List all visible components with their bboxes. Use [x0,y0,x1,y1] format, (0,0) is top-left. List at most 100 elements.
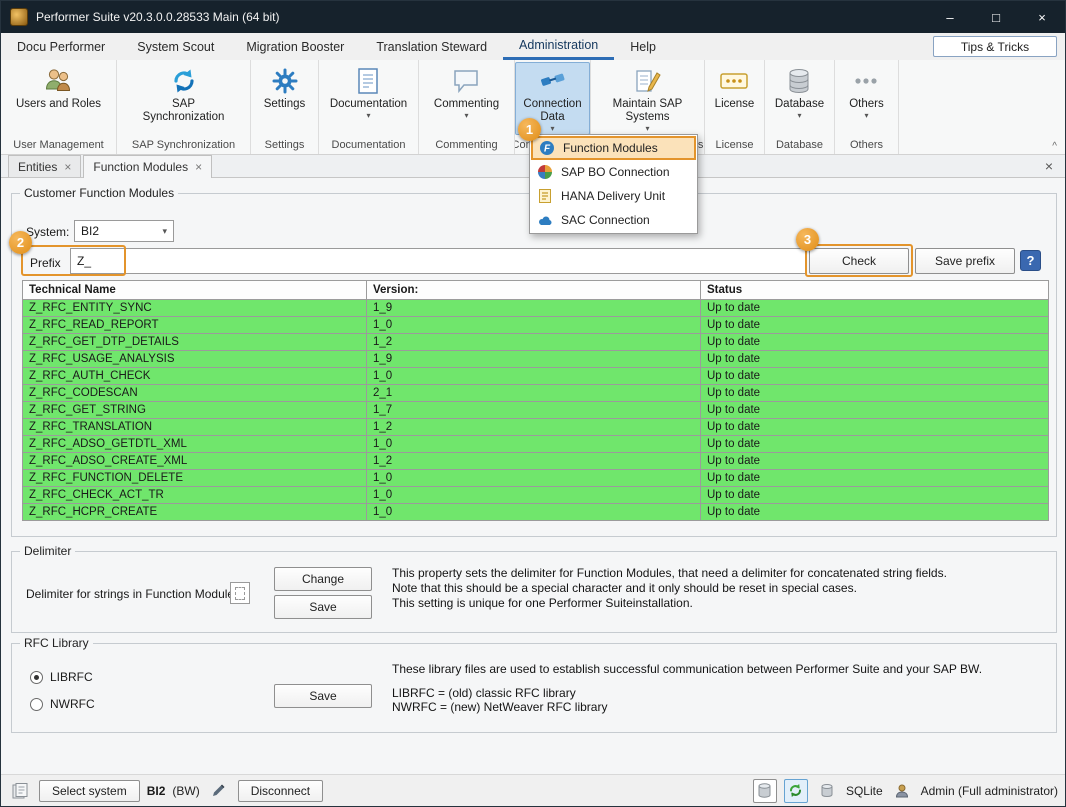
system-combobox[interactable]: BI2 ▾ [74,220,174,242]
cell-version: 1_9 [367,300,701,317]
table-row[interactable]: Z_RFC_GET_STRING1_7Up to date [23,402,1049,419]
minimize-button[interactable]: – [927,1,973,33]
help-icon[interactable]: ? [1020,250,1041,271]
change-delimiter-button[interactable]: Change [274,567,372,591]
commenting-button[interactable]: Commenting ▾ [428,62,505,122]
delimiter-input[interactable] [230,582,250,604]
sap-synchronization-button[interactable]: SAP Synchronization [126,62,242,126]
prefix-label: Prefix [30,256,61,270]
table-row[interactable]: Z_RFC_GET_DTP_DETAILS1_2Up to date [23,334,1049,351]
cell-technical-name: Z_RFC_AUTH_CHECK [23,368,367,385]
select-system-button[interactable]: Select system [39,780,140,802]
menu-item-sap-bo-connection[interactable]: SAP BO Connection [531,160,696,184]
rfc-description-line2: LIBRFC = (old) classic RFC library [392,686,576,701]
tab-function-modules[interactable]: Function Modules × [83,155,212,178]
ribbon-group-commenting: Commenting ▾ Commenting [419,60,515,154]
table-row[interactable]: Z_RFC_HCPR_CREATE1_0Up to date [23,504,1049,521]
librfc-radio[interactable] [30,671,43,684]
content-panel: Customer Function Modules System: BI2 ▾ … [1,178,1065,774]
documentation-button[interactable]: Documentation ▾ [324,62,413,122]
license-button[interactable]: License [709,62,761,113]
menu-docu-performer[interactable]: Docu Performer [1,33,121,60]
cell-version: 1_2 [367,453,701,470]
ribbon-group-label: Commenting [419,135,514,154]
menu-system-scout[interactable]: System Scout [121,33,230,60]
database-button[interactable]: Database ▾ [769,62,830,122]
prefix-value: Z_ [77,254,91,268]
cell-status: Up to date [701,470,1049,487]
edit-connection-icon[interactable] [207,779,231,803]
nwrfc-radio-row[interactable]: NWRFC [30,697,95,711]
close-tab-icon[interactable]: × [64,160,71,174]
cell-technical-name: Z_RFC_ADSO_GETDTL_XML [23,436,367,453]
refresh-icon[interactable] [784,779,808,803]
tips-and-tricks-button[interactable]: Tips & Tricks [933,36,1057,57]
table-row[interactable]: Z_RFC_USAGE_ANALYSIS1_9Up to date [23,351,1049,368]
users-and-roles-button[interactable]: Users and Roles [10,62,107,113]
prefix-input[interactable]: Z_ [70,248,807,274]
cell-status: Up to date [701,317,1049,334]
column-header-version[interactable]: Version: [367,281,701,300]
customer-function-modules-group: Customer Function Modules System: BI2 ▾ … [11,193,1057,537]
cell-version: 1_0 [367,504,701,521]
collapse-ribbon-icon[interactable]: ^ [1052,141,1057,152]
table-row[interactable]: Z_RFC_FUNCTION_DELETE1_0Up to date [23,470,1049,487]
nwrfc-label: NWRFC [50,697,95,711]
delimiter-group: Delimiter Delimiter for strings in Funct… [11,551,1057,633]
menu-help[interactable]: Help [614,33,672,60]
close-button[interactable]: × [1019,1,1065,33]
settings-button[interactable]: Settings [258,62,312,113]
check-button[interactable]: Check [809,248,909,274]
hana-icon [537,188,553,204]
table-row[interactable]: Z_RFC_ADSO_CREATE_XML1_2Up to date [23,453,1049,470]
menu-migration-booster[interactable]: Migration Booster [230,33,360,60]
gear-icon [269,66,301,96]
table-row[interactable]: Z_RFC_CHECK_ACT_TR1_0Up to date [23,487,1049,504]
maximize-button[interactable]: □ [973,1,1019,33]
column-header-technical-name[interactable]: Technical Name [23,281,367,300]
tab-entities[interactable]: Entities × [8,155,81,177]
ribbon-button-label: Maintain SAP Systems [597,98,698,124]
disconnect-button[interactable]: Disconnect [238,780,323,802]
function-modules-icon: F [539,140,555,156]
ribbon-group-label: Settings [251,135,318,154]
sap-bo-icon [537,164,553,180]
table-header-row: Technical Name Version: Status [23,281,1049,300]
database-export-icon[interactable] [753,779,777,803]
logged-in-user-label[interactable]: Admin (Full administrator) [921,784,1058,798]
menu-translation-steward[interactable]: Translation Steward [360,33,503,60]
database-engine-label: SQLite [846,784,883,798]
menu-item-function-modules[interactable]: F Function Modules [531,136,696,160]
librfc-radio-row[interactable]: LIBRFC [30,670,93,684]
others-button[interactable]: Others ▾ [843,62,890,122]
librfc-label: LIBRFC [50,670,93,684]
save-delimiter-button[interactable]: Save [274,595,372,619]
close-tab-icon[interactable]: × [195,160,202,174]
ribbon-group-settings: Settings Settings [251,60,319,154]
menu-item-hana-delivery-unit[interactable]: HANA Delivery Unit [531,184,696,208]
ribbon-group-sap-synchronization: SAP Synchronization SAP Synchronization [117,60,251,154]
cell-version: 1_2 [367,334,701,351]
cell-technical-name: Z_RFC_HCPR_CREATE [23,504,367,521]
table-row[interactable]: Z_RFC_READ_REPORT1_0Up to date [23,317,1049,334]
report-icon[interactable] [8,779,32,803]
maintain-sap-systems-button[interactable]: Maintain SAP Systems ▾ [591,62,704,135]
cell-status: Up to date [701,504,1049,521]
save-prefix-button[interactable]: Save prefix [915,248,1015,274]
save-rfc-library-button[interactable]: Save [274,684,372,708]
table-row[interactable]: Z_RFC_ENTITY_SYNC1_9Up to date [23,300,1049,317]
ribbon-group-user-management: Users and Roles User Management [1,60,117,154]
performer-suite-window: Performer Suite v20.3.0.0.28533 Main (64… [0,0,1066,807]
ribbon-group-label: SAP Synchronization [117,135,250,154]
chevron-down-icon: ▾ [366,111,370,120]
table-row[interactable]: Z_RFC_AUTH_CHECK1_0Up to date [23,368,1049,385]
system-value: BI2 [81,224,99,238]
table-row[interactable]: Z_RFC_TRANSLATION1_2Up to date [23,419,1049,436]
menu-administration[interactable]: Administration [503,33,614,60]
close-document-icon[interactable]: × [1045,158,1053,174]
table-row[interactable]: Z_RFC_CODESCAN2_1Up to date [23,385,1049,402]
nwrfc-radio[interactable] [30,698,43,711]
table-row[interactable]: Z_RFC_ADSO_GETDTL_XML1_0Up to date [23,436,1049,453]
menu-item-sac-connection[interactable]: SAC Connection [531,208,696,232]
column-header-status[interactable]: Status [701,281,1049,300]
